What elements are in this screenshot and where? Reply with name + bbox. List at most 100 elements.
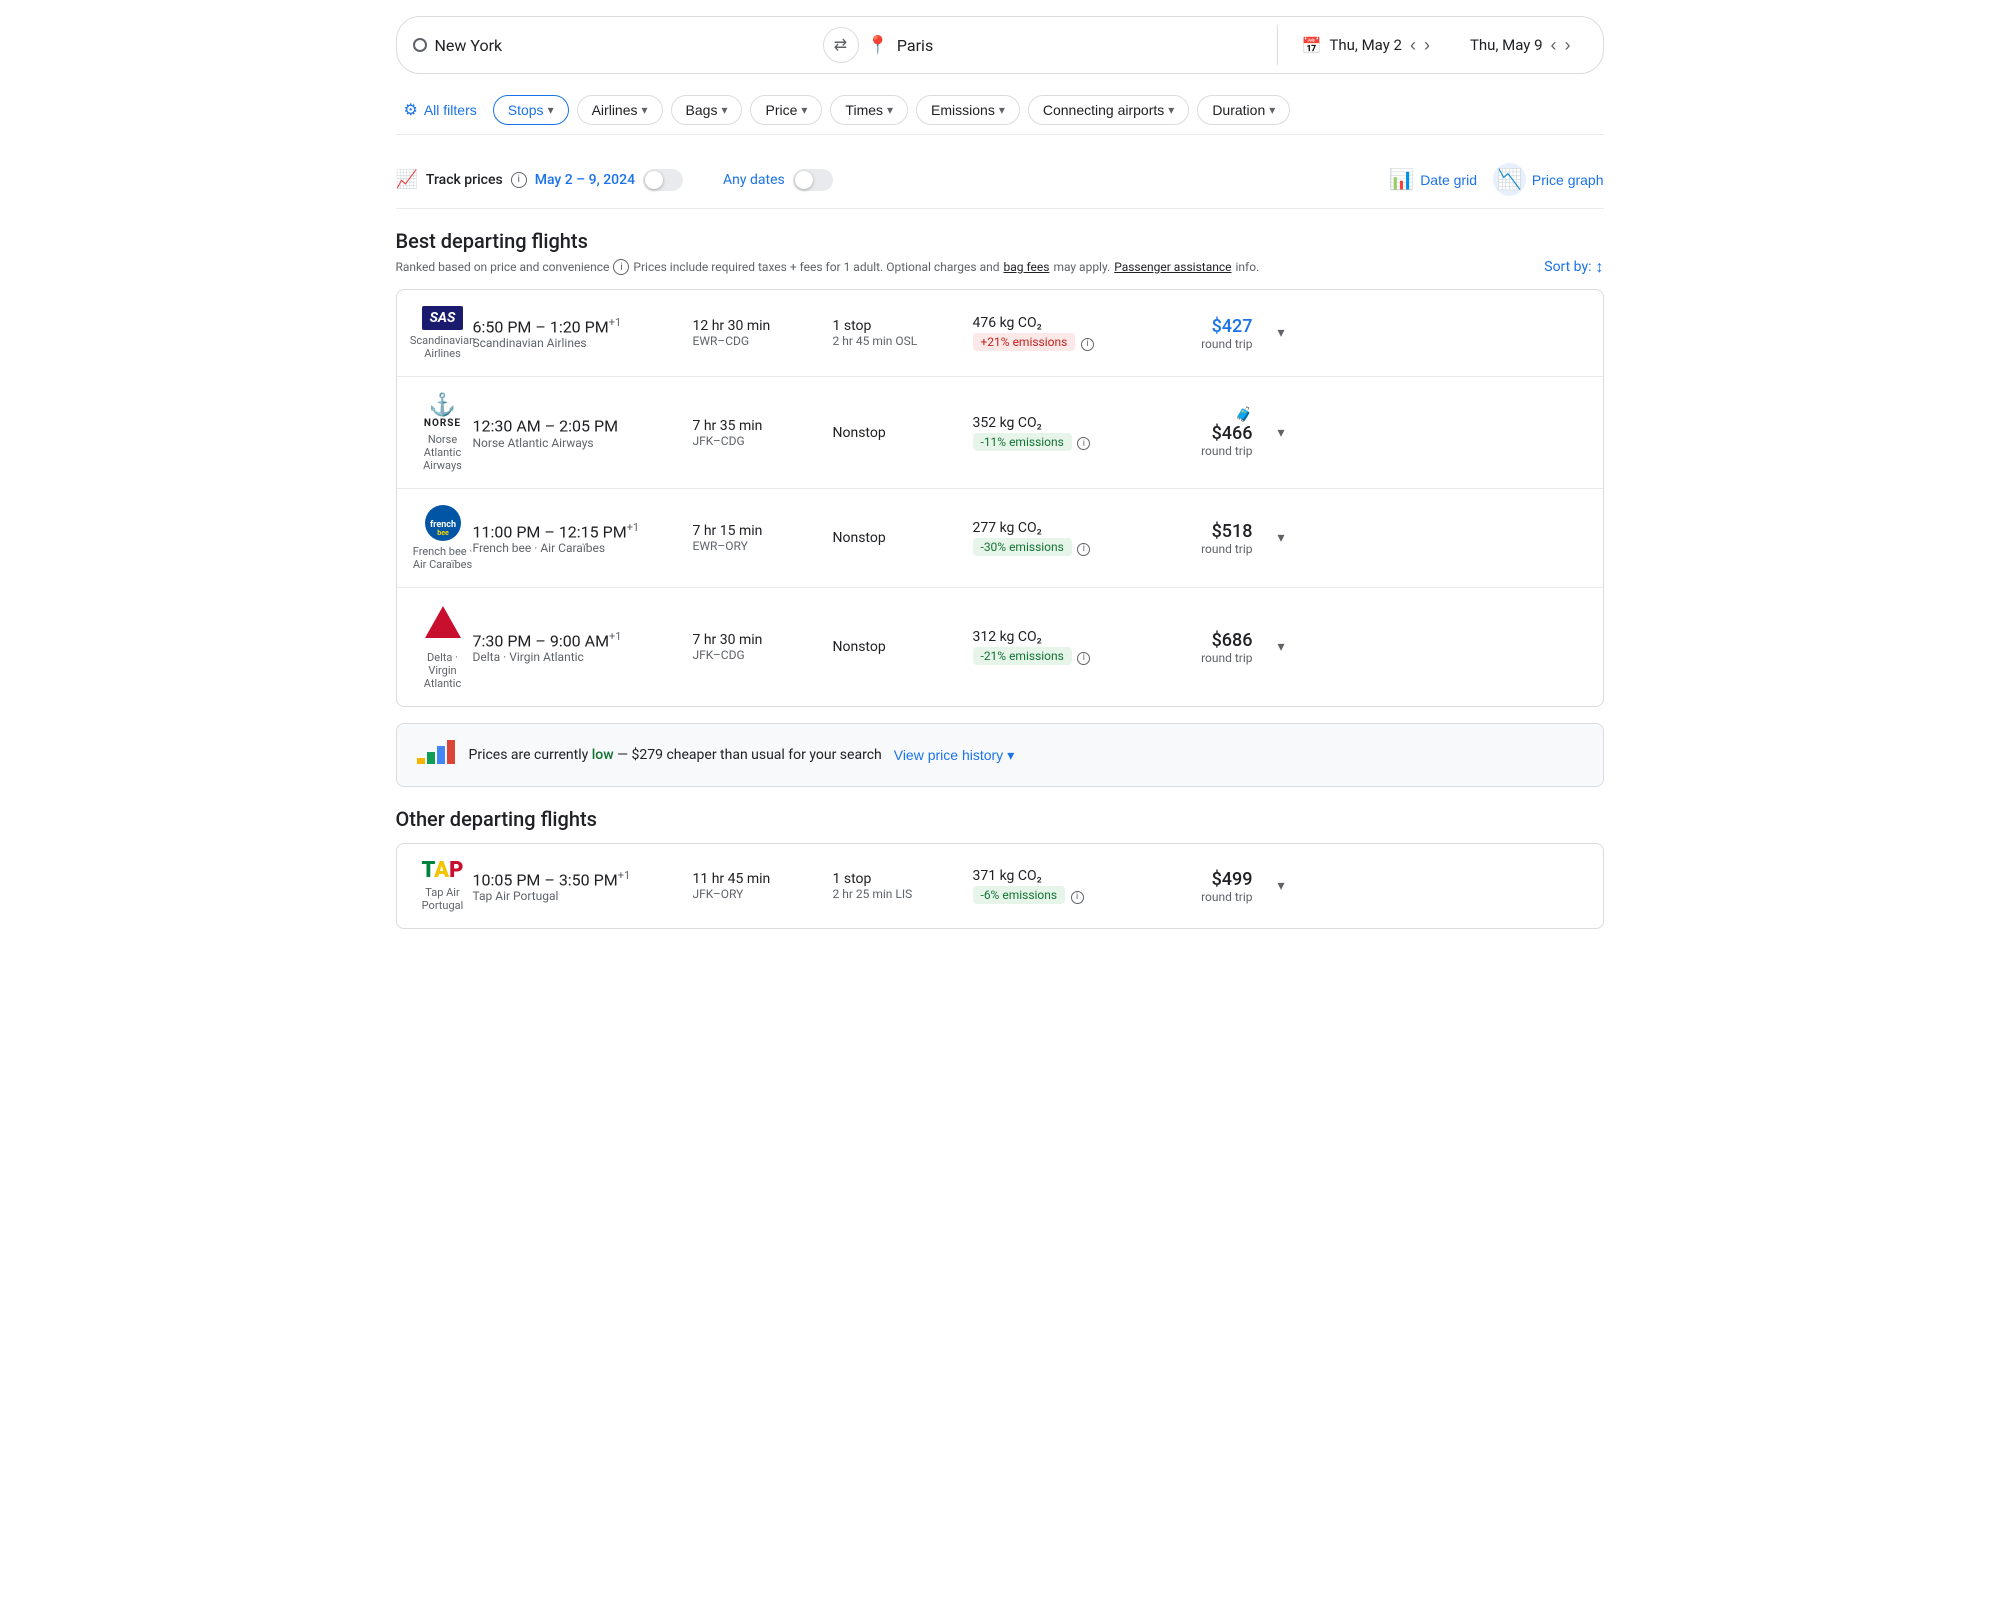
any-dates-toggle[interactable]: [793, 169, 833, 191]
flight-emissions-text: 476 kg CO₂: [973, 315, 1133, 331]
best-flights-section: Best departing flights Ranked based on p…: [396, 229, 1604, 707]
expand-flight-button[interactable]: ▾: [1253, 530, 1285, 546]
flight-price-section: 🧳 $466 round trip: [1133, 407, 1253, 458]
bags-filter-button[interactable]: Bags ▾: [671, 95, 743, 125]
price-filter-label: Price: [765, 102, 797, 118]
flight-times-section: 7:30 PM – 9:00 AM+1 Delta · Virgin Atlan…: [473, 630, 693, 664]
chevron-down-icon: ▾: [1277, 639, 1284, 655]
emissions-badge: -30% emissions: [973, 538, 1072, 556]
emissions-info-icon: i: [1077, 437, 1090, 450]
flight-stops-section: Nonstop: [833, 639, 973, 655]
emissions-filter-button[interactable]: Emissions ▾: [916, 95, 1020, 125]
bag-fees-link[interactable]: bag fees: [1004, 260, 1050, 274]
flight-duration-section: 11 hr 45 min JFK–ORY: [693, 871, 833, 901]
date-to-prev[interactable]: ‹: [1551, 35, 1557, 56]
flight-emissions-text: 277 kg CO₂: [973, 520, 1133, 536]
flight-time-range: 6:50 PM – 1:20 PM+1: [473, 316, 693, 336]
origin-text[interactable]: New York: [435, 36, 503, 55]
expand-flight-button[interactable]: ▾: [1253, 425, 1285, 441]
date-to-next[interactable]: ›: [1565, 35, 1571, 56]
search-bar: New York ⇄ 📍 Paris 📅 Thu, May 2 ‹ › Thu,…: [396, 16, 1604, 74]
duration-chevron-icon: ▾: [1269, 103, 1275, 117]
expand-flight-button[interactable]: ▾: [1253, 325, 1285, 341]
date-to-section[interactable]: Thu, May 9 ‹ ›: [1454, 35, 1587, 56]
date-to-text[interactable]: Thu, May 9: [1470, 36, 1543, 54]
flight-airline-name-route: French bee · Air Caraïbes: [473, 541, 693, 555]
tap-t: T: [422, 858, 435, 883]
emissions-info-icon: i: [1081, 338, 1094, 351]
sort-by-button[interactable]: Sort by: ↕: [1544, 257, 1603, 277]
subtitle-info-icon: i: [613, 259, 629, 275]
flight-stops-section: Nonstop: [833, 425, 973, 441]
view-price-history-button[interactable]: View price history ▾: [894, 747, 1014, 764]
flight-row[interactable]: SAS Scandinavian Airlines 6:50 PM – 1:20…: [397, 290, 1603, 377]
airline-name: French bee · Air Caraïbes: [413, 545, 473, 571]
date-grid-button[interactable]: 📊 Date grid: [1389, 167, 1477, 192]
flight-stop-detail: 2 hr 45 min OSL: [833, 334, 973, 348]
expand-flight-button[interactable]: ▾: [1253, 878, 1285, 894]
price-filter-button[interactable]: Price ▾: [750, 95, 822, 125]
best-flights-title: Best departing flights: [396, 229, 1604, 253]
flight-stops-text: 1 stop: [833, 871, 973, 887]
track-prices-label: Track prices: [426, 172, 503, 188]
price-banner-icon: [417, 740, 457, 770]
swap-button[interactable]: ⇄: [823, 27, 859, 63]
flight-price-amount: $518: [1133, 521, 1253, 542]
flight-price-section: $427 round trip: [1133, 316, 1253, 351]
flight-time-range: 12:30 AM – 2:05 PM: [473, 415, 693, 435]
all-filters-button[interactable]: ⚙ All filters: [396, 94, 485, 126]
chevron-down-icon: ▾: [1277, 530, 1284, 546]
date-from-text[interactable]: Thu, May 2: [1329, 36, 1402, 54]
flight-time-range: 7:30 PM – 9:00 AM+1: [473, 630, 693, 650]
flight-row[interactable]: Delta · Virgin Atlantic 7:30 PM – 9:00 A…: [397, 588, 1603, 706]
airlines-filter-button[interactable]: Airlines ▾: [577, 95, 663, 125]
track-prices-toggle[interactable]: [643, 169, 683, 191]
connecting-airports-filter-button[interactable]: Connecting airports ▾: [1028, 95, 1189, 125]
stops-filter-button[interactable]: Stops ▾: [493, 95, 569, 125]
view-history-chevron-icon: ▾: [1007, 747, 1014, 764]
flight-times-section: 6:50 PM – 1:20 PM+1 Scandinavian Airline…: [473, 316, 693, 350]
destination-section[interactable]: 📍 Paris: [867, 35, 1269, 56]
date-from-next[interactable]: ›: [1424, 35, 1430, 56]
flight-duration-section: 7 hr 35 min JFK–CDG: [693, 418, 833, 448]
emissions-filter-label: Emissions: [931, 102, 995, 118]
stops-chevron-icon: ▾: [548, 103, 554, 117]
airline-logo-section: TAP Tap Air Portugal: [413, 860, 473, 912]
filters-bar: ⚙ All filters Stops ▾ Airlines ▾ Bags ▾ …: [396, 86, 1604, 135]
flight-row[interactable]: ⚓ NORSE Norse Atlantic Airways 12:30 AM …: [397, 377, 1603, 489]
best-flights-container: SAS Scandinavian Airlines 6:50 PM – 1:20…: [396, 289, 1604, 707]
passenger-assistance-link[interactable]: Passenger assistance: [1114, 260, 1231, 274]
any-dates-label: Any dates: [723, 172, 785, 188]
flight-duration-text: 7 hr 30 min: [693, 632, 833, 648]
delta-logo: [423, 604, 463, 647]
flight-duration-section: 7 hr 15 min EWR–ORY: [693, 523, 833, 553]
date-from-section[interactable]: 📅 Thu, May 2 ‹ ›: [1286, 35, 1446, 56]
flight-duration-text: 11 hr 45 min: [693, 871, 833, 887]
emissions-chevron-icon: ▾: [999, 103, 1005, 117]
flight-stops-text: 1 stop: [833, 318, 973, 334]
any-dates-section: Any dates: [723, 169, 833, 191]
origin-circle-icon: [413, 38, 427, 52]
flight-price-section: $499 round trip: [1133, 869, 1253, 904]
norse-logo: ⚓ NORSE: [424, 393, 461, 429]
search-divider: [1277, 25, 1278, 65]
flight-times-section: 10:05 PM – 3:50 PM+1 Tap Air Portugal: [473, 869, 693, 903]
day-offset: +1: [609, 316, 621, 329]
airline-logo-section: Delta · Virgin Atlantic: [413, 604, 473, 690]
flight-duration-text: 7 hr 15 min: [693, 523, 833, 539]
bags-filter-label: Bags: [686, 102, 718, 118]
times-filter-button[interactable]: Times ▾: [830, 95, 908, 125]
duration-filter-button[interactable]: Duration ▾: [1197, 95, 1290, 125]
destination-text[interactable]: Paris: [897, 36, 933, 55]
date-from-prev[interactable]: ‹: [1410, 35, 1416, 56]
expand-flight-button[interactable]: ▾: [1253, 639, 1285, 655]
origin-section[interactable]: New York: [413, 36, 815, 55]
price-graph-button[interactable]: 📉 Price graph: [1493, 163, 1604, 196]
day-offset: +1: [618, 869, 630, 882]
other-flights-section: Other departing flights TAP Tap Air Port…: [396, 807, 1604, 929]
norse-symbol-icon: ⚓: [429, 393, 456, 418]
tap-logo: TAP: [422, 860, 464, 882]
duration-filter-label: Duration: [1212, 102, 1265, 118]
flight-row[interactable]: french bee French bee · Air Caraïbes 11:…: [397, 489, 1603, 588]
flight-row[interactable]: TAP Tap Air Portugal 10:05 PM – 3:50 PM+…: [397, 844, 1603, 928]
